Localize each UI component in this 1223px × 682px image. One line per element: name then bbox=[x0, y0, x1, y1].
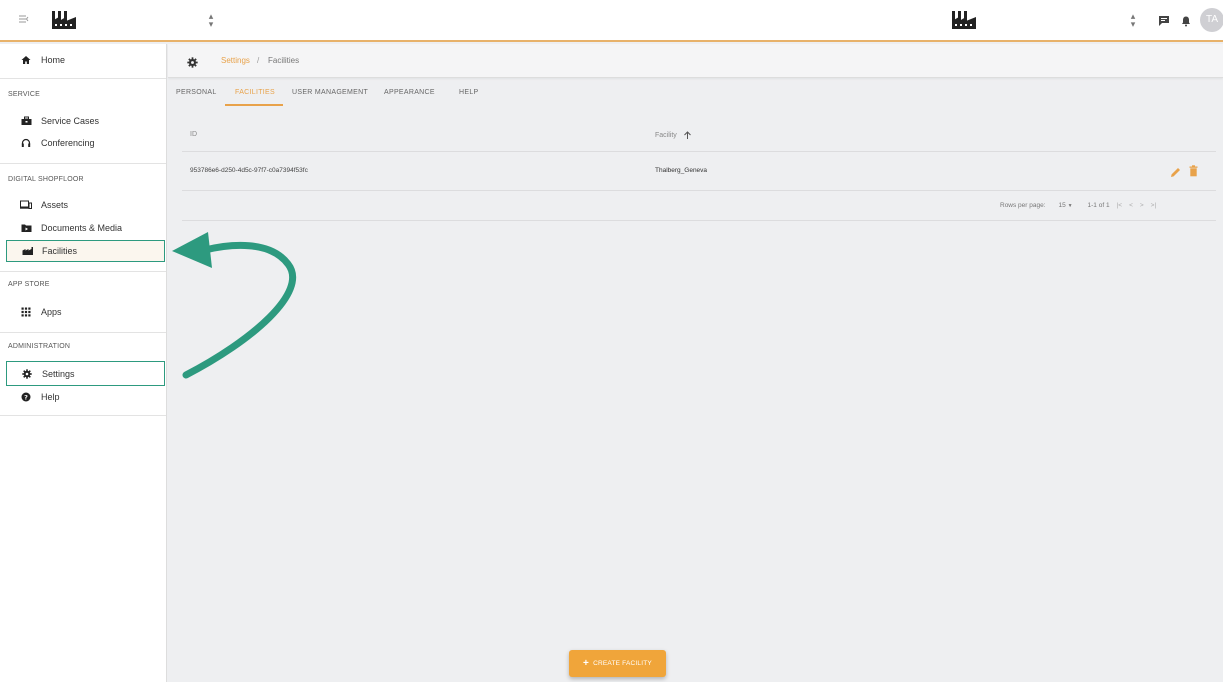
divider bbox=[0, 271, 166, 272]
sidebar-item-label: Help bbox=[41, 392, 60, 402]
headset-icon bbox=[20, 137, 32, 149]
breadcrumb: Settings / Facilities bbox=[168, 44, 1223, 78]
table-divider bbox=[182, 220, 1216, 221]
tab-facilities[interactable]: FACILITIES bbox=[235, 89, 275, 96]
column-header-id[interactable]: ID bbox=[190, 131, 197, 138]
divider bbox=[0, 78, 166, 79]
first-page-icon[interactable]: |< bbox=[1117, 202, 1122, 209]
rows-per-page-label: Rows per page: bbox=[1000, 202, 1046, 209]
factory-icon bbox=[21, 245, 33, 257]
sidebar-item-service-cases[interactable]: Service Cases bbox=[6, 110, 165, 132]
tab-personal[interactable]: PERSONAL bbox=[176, 89, 217, 96]
sidebar-item-conferencing[interactable]: Conferencing bbox=[6, 132, 165, 154]
sidebar-item-label: Home bbox=[41, 55, 66, 65]
section-label-administration: ADMINISTRATION bbox=[8, 343, 71, 350]
top-bar: ▴ ▾ ▴ ▾ TA bbox=[0, 0, 1223, 42]
column-header-facility[interactable]: Facility bbox=[655, 131, 692, 140]
table-pagination: Rows per page: 15 ▼ 1-1 of 1 |< < > >| bbox=[1000, 202, 1156, 209]
sidebar-item-label: Apps bbox=[41, 307, 62, 317]
sidebar-item-assets[interactable]: Assets bbox=[6, 194, 165, 216]
folder-media-icon bbox=[20, 222, 32, 234]
active-tab-indicator bbox=[225, 104, 283, 106]
apps-grid-icon bbox=[20, 306, 32, 318]
section-label-digital-shopfloor: DIGITAL SHOPFLOOR bbox=[8, 176, 84, 183]
next-page-icon[interactable]: > bbox=[1140, 202, 1144, 209]
breadcrumb-separator: / bbox=[257, 56, 260, 65]
home-icon bbox=[20, 54, 32, 66]
rows-per-page-value: 15 bbox=[1058, 202, 1066, 209]
last-page-icon[interactable]: >| bbox=[1151, 202, 1156, 209]
annotation-arrow-icon bbox=[172, 232, 297, 379]
sidebar-item-label: Documents & Media bbox=[41, 223, 123, 233]
gear-icon bbox=[187, 55, 199, 68]
table-cell-id: 953786e6-d250-4d5c-97f7-c0a7394f53fc bbox=[190, 167, 308, 174]
tab-appearance[interactable]: APPEARANCE bbox=[384, 89, 435, 96]
sidebar-item-label: Assets bbox=[41, 200, 69, 210]
divider bbox=[0, 415, 166, 416]
rows-per-page-select[interactable]: 15 ▼ bbox=[1059, 202, 1073, 209]
breadcrumb-current: Facilities bbox=[268, 56, 300, 65]
avatar[interactable]: TA bbox=[1200, 8, 1223, 32]
caret-down-icon: ▼ bbox=[1067, 203, 1073, 209]
switcher-arrows-icon[interactable]: ▴ ▾ bbox=[1128, 12, 1138, 30]
sidebar-item-facilities[interactable]: Facilities bbox=[6, 240, 165, 262]
tab-help[interactable]: HELP bbox=[459, 89, 479, 96]
table-divider bbox=[182, 190, 1216, 191]
factory-logo-icon bbox=[950, 9, 978, 31]
table-divider bbox=[182, 151, 1216, 152]
breadcrumb-link-settings[interactable]: Settings bbox=[221, 56, 250, 65]
bell-icon[interactable] bbox=[1180, 14, 1194, 28]
sidebar-item-help[interactable]: ? Help bbox=[6, 386, 165, 408]
trash-icon[interactable] bbox=[1189, 164, 1198, 177]
page-range: 1-1 of 1 bbox=[1087, 202, 1110, 209]
help-circle-icon: ? bbox=[20, 391, 32, 403]
divider bbox=[0, 332, 166, 333]
sidebar-item-label: Settings bbox=[42, 368, 75, 379]
prev-page-icon[interactable]: < bbox=[1129, 202, 1133, 209]
menu-toggle-icon[interactable] bbox=[18, 13, 32, 27]
section-label-service: SERVICE bbox=[8, 91, 41, 98]
sidebar-item-apps[interactable]: Apps bbox=[6, 301, 165, 323]
column-header-label: Facility bbox=[655, 132, 677, 139]
tab-user-management[interactable]: USER MANAGEMENT bbox=[292, 89, 368, 96]
section-label-app-store: APP STORE bbox=[8, 281, 50, 288]
devices-icon bbox=[20, 199, 32, 211]
toolbox-icon bbox=[20, 115, 32, 127]
switcher-arrows-icon[interactable]: ▴ ▾ bbox=[206, 12, 216, 30]
sidebar-item-home[interactable]: Home bbox=[6, 49, 165, 71]
create-facility-button[interactable]: + CREATE FACILITY bbox=[569, 650, 666, 677]
chat-icon[interactable] bbox=[1158, 14, 1172, 28]
plus-icon: + bbox=[583, 657, 590, 669]
create-facility-label: CREATE FACILITY bbox=[593, 660, 652, 667]
sort-arrow-up-icon[interactable] bbox=[683, 131, 692, 140]
sidebar-item-label: Conferencing bbox=[41, 138, 95, 148]
sidebar-item-label: Facilities bbox=[42, 246, 78, 256]
gear-icon bbox=[21, 368, 33, 380]
divider bbox=[0, 163, 166, 164]
sidebar-item-documents-media[interactable]: Documents & Media bbox=[6, 217, 165, 239]
pencil-icon[interactable] bbox=[1170, 165, 1181, 177]
factory-logo-icon[interactable] bbox=[50, 9, 78, 31]
sidebar-item-label: Service Cases bbox=[41, 116, 100, 126]
table-cell-facility: Thalberg_Geneva bbox=[655, 167, 708, 174]
svg-text:?: ? bbox=[24, 393, 28, 401]
sidebar-item-settings[interactable]: Settings bbox=[6, 361, 165, 386]
